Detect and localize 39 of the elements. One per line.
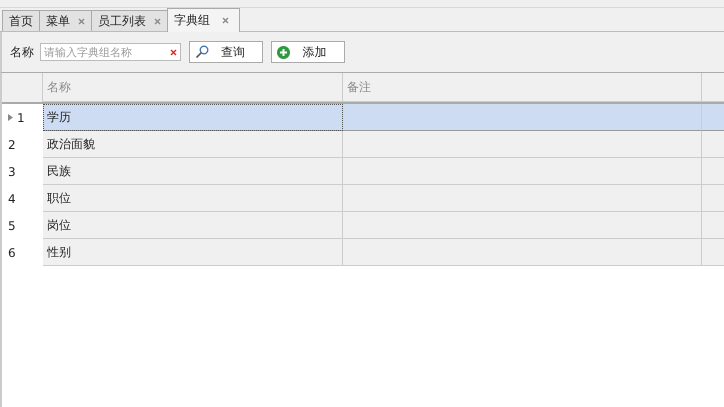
tab[interactable]: 首页 (2, 10, 40, 31)
table-cell[interactable] (343, 131, 702, 158)
close-icon[interactable] (154, 18, 161, 24)
row-number: 2 (8, 138, 16, 152)
table-cell[interactable] (702, 104, 724, 131)
row-number: 6 (8, 246, 16, 260)
search-icon (195, 45, 209, 59)
tab[interactable]: 字典组 (167, 8, 240, 32)
plus-icon (277, 46, 290, 58)
tab[interactable]: 菜单 (39, 10, 92, 31)
close-icon[interactable] (78, 18, 85, 24)
search-button[interactable]: 查询 (189, 41, 263, 63)
table-cell[interactable] (702, 185, 724, 212)
table-cell[interactable] (702, 212, 724, 239)
row-number: 5 (8, 218, 16, 232)
table-cell[interactable] (702, 239, 724, 266)
clear-icon[interactable] (170, 48, 177, 56)
table-cell[interactable]: 岗位 (43, 212, 343, 239)
tab[interactable]: 员工列表 (91, 10, 168, 31)
table-cell[interactable] (343, 239, 702, 266)
add-button[interactable]: 添加 (271, 41, 345, 63)
table-cell[interactable]: 学历 (43, 104, 343, 131)
search-label: 名称 (10, 44, 34, 60)
row-pointer-icon (8, 114, 13, 121)
table-cell[interactable]: 职位 (43, 185, 343, 212)
table-cell[interactable]: 政治面貌 (43, 131, 343, 158)
row-number: 4 (8, 192, 16, 206)
table-cell[interactable] (343, 104, 702, 131)
table-cell[interactable] (702, 131, 724, 158)
table-cell[interactable] (343, 185, 702, 212)
close-icon[interactable] (222, 17, 229, 24)
table-cell[interactable] (702, 158, 724, 185)
table-cell[interactable]: 性别 (43, 239, 343, 266)
row-number: 1 (17, 110, 25, 124)
row-number: 3 (8, 164, 16, 178)
table-cell[interactable] (343, 158, 702, 185)
table-cell[interactable]: 民族 (43, 158, 343, 185)
search-field[interactable]: 请输入字典组名称 (40, 43, 181, 61)
table-cell[interactable] (343, 212, 702, 239)
